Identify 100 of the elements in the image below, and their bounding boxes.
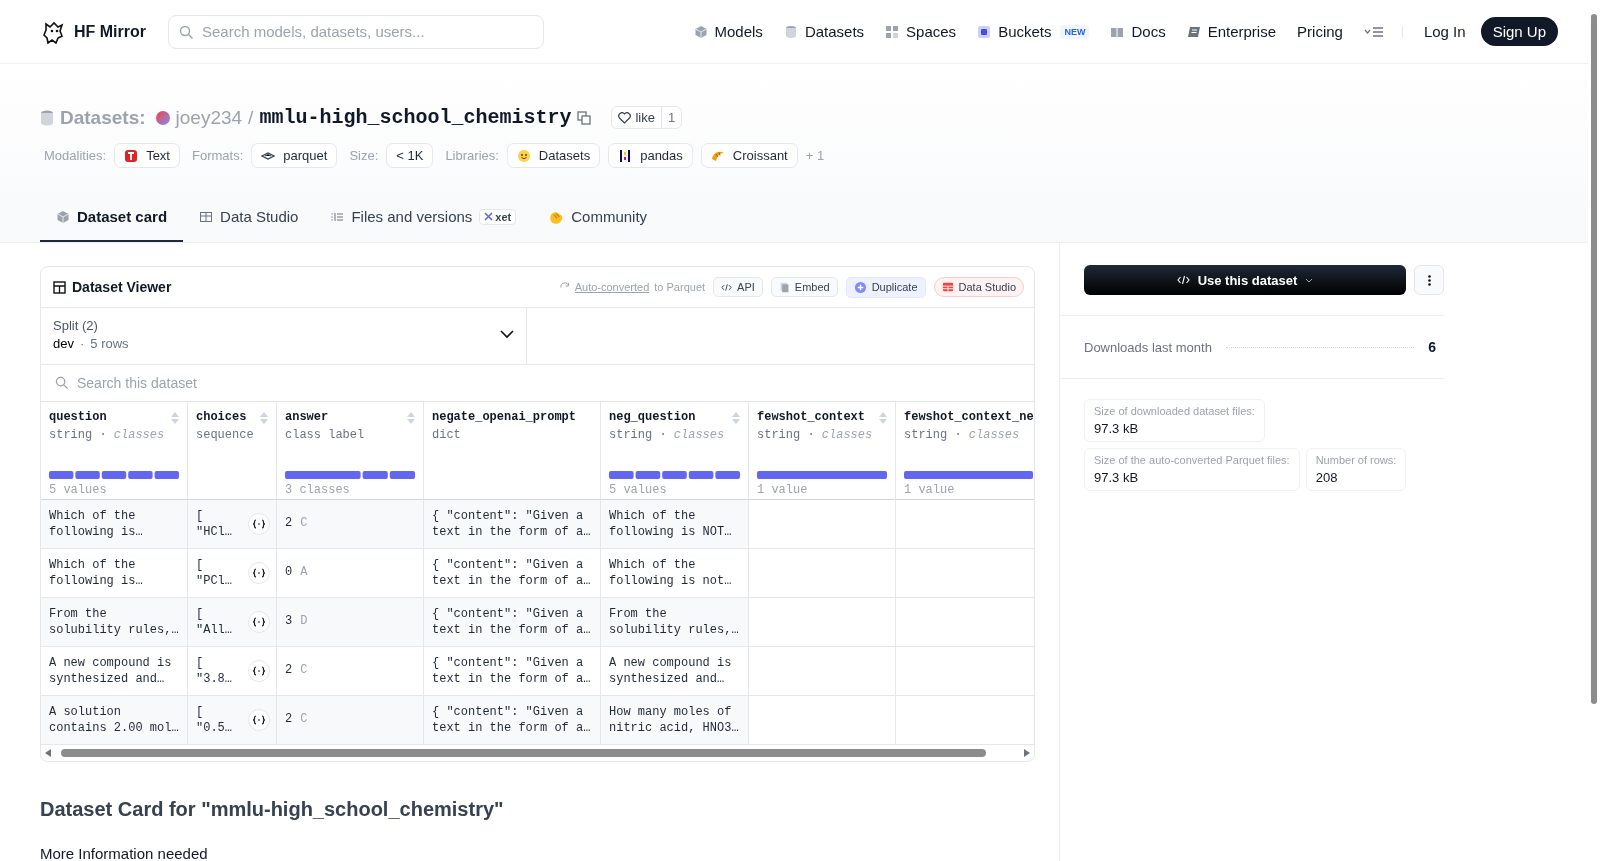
action-button[interactable]: API [713, 277, 763, 297]
avatar[interactable] [155, 110, 170, 125]
nav-link[interactable]: Models [693, 23, 763, 40]
nav-link[interactable]: Pricing [1297, 23, 1343, 40]
table-cell-text: 2 [285, 711, 293, 728]
tag[interactable]: Text [114, 143, 180, 168]
code-icon [1176, 275, 1190, 285]
table-cell: Which of the following is… [41, 500, 188, 549]
right-arrow-icon[interactable] [1024, 749, 1030, 757]
table-cell: { "content": "Given a text in the form of a… [424, 500, 601, 549]
caret-icon [1305, 277, 1314, 283]
table-cell: From the solubility rules,… [41, 598, 188, 647]
action-button[interactable]: Embed [770, 277, 838, 297]
tag[interactable]: pandas [608, 143, 693, 168]
braces-icon [253, 617, 265, 627]
site-name[interactable]: HF Mirror [74, 22, 146, 41]
like-button[interactable]: like 1 [611, 106, 683, 129]
search-field[interactable]: Search models, datasets, users... [168, 14, 544, 49]
tag-group-label: Libraries: [445, 148, 499, 163]
histogram-drawing[interactable] [285, 471, 415, 479]
column-header[interactable]: answer class label 3 classes [277, 402, 424, 500]
dataset-name[interactable]: mmlu-high_school_chemistry [259, 106, 572, 129]
class-label: C [300, 662, 308, 679]
table-cell: [ "3.8… [196, 655, 232, 687]
stat-card: Number of rows: 208 [1305, 448, 1407, 491]
tab[interactable]: Dataset card [40, 196, 184, 242]
plus-circle-icon [853, 280, 867, 294]
database-icon [40, 109, 54, 126]
logo-icon[interactable] [42, 19, 66, 44]
braces-icon [253, 715, 265, 725]
class-label: A [300, 564, 308, 581]
nav-link[interactable]: Enterprise [1186, 23, 1277, 40]
downloads-label: Downloads last month [1084, 339, 1212, 355]
action-button[interactable]: Duplicate [845, 276, 926, 298]
tag[interactable]: parquet [251, 143, 338, 168]
histogram-drawing[interactable] [49, 471, 179, 479]
tag-group-label: Modalities: [44, 148, 107, 163]
viewer-title: Dataset Viewer [72, 279, 172, 295]
stat-card: Size of the auto-converted Parquet files: 97.3 kB [1084, 448, 1300, 491]
tag[interactable]: < 1K [386, 143, 434, 168]
stat-card: Size of downloaded dataset files: 97.3 kB [1084, 399, 1265, 442]
braces-icon [253, 519, 265, 529]
search-icon [179, 24, 194, 40]
table-cell: [ "HCl… [196, 508, 232, 540]
table-cell-text: 3 [285, 613, 293, 630]
tag[interactable]: Datasets [506, 143, 601, 168]
action-button[interactable]: Data Studio [933, 277, 1024, 297]
copy-icon[interactable] [577, 110, 592, 125]
more-button[interactable] [1414, 265, 1444, 295]
tag[interactable]: Croissant [700, 143, 798, 168]
table-cell: { "content": "Given a text in the form of a… [424, 598, 601, 647]
nav-link[interactable]: Datasets [783, 23, 865, 40]
braces-icon [253, 666, 265, 676]
use-dataset-button[interactable]: Use this dataset [1084, 265, 1406, 295]
menu-icon[interactable] [1363, 25, 1384, 38]
cube-icon [693, 24, 708, 39]
text-icon [124, 148, 139, 163]
table-cell: Which of the following is NOT… [601, 500, 749, 549]
table-icon [941, 281, 954, 293]
nav-link[interactable]: Spaces [885, 23, 957, 40]
copy-icon [778, 281, 790, 293]
nav-link[interactable]: Docs [1110, 23, 1166, 40]
chevron-icon [500, 330, 514, 339]
expand-button[interactable] [248, 562, 270, 584]
search-icon [55, 376, 69, 390]
tag-group-label: Size: [349, 148, 379, 163]
code-icon [721, 281, 733, 293]
nav-link[interactable]: Buckets NEW [977, 23, 1090, 40]
class-label: C [300, 515, 308, 532]
heart-icon [618, 111, 632, 124]
table-cell: A solution contains 2.00 mol… [41, 696, 188, 745]
column-header[interactable]: fewshot_context_ne string · classes 1 value [896, 402, 1034, 500]
grid-icon [885, 24, 900, 39]
table-cell: From the solubility rules,… [601, 598, 749, 647]
tab[interactable]: Community [532, 196, 664, 242]
enterprise-icon [1186, 24, 1201, 39]
table-cell: [ "0.5… [196, 704, 232, 736]
bars-icon [618, 148, 633, 163]
histogram-drawing[interactable] [609, 471, 740, 479]
signup-button[interactable]: Sign Up [1480, 17, 1558, 46]
table-cell: How many moles of nitric acid, HNO3… [601, 696, 749, 745]
table-cell-text: 0 [285, 564, 293, 581]
table-cell: { "content": "Given a text in the form of a… [424, 696, 601, 745]
class-label: D [300, 613, 308, 630]
table-icon [199, 209, 214, 224]
section-label: Datasets: [60, 106, 146, 129]
square-icon [977, 24, 992, 39]
tag-group-label: Formats: [192, 148, 244, 163]
tab[interactable]: Files and versions xet [314, 196, 533, 242]
table-icon [53, 280, 66, 294]
downloads-count: 6 [1428, 339, 1436, 355]
expand-button[interactable] [248, 660, 270, 682]
expand-button[interactable] [248, 709, 270, 731]
tab[interactable]: Data Studio [183, 196, 315, 242]
expand-button[interactable] [248, 611, 270, 633]
left-arrow-icon[interactable] [45, 749, 51, 757]
expand-button[interactable] [248, 513, 270, 535]
login-link[interactable]: Log In [1423, 23, 1466, 40]
path-separator: / [248, 106, 254, 129]
card-heading: Dataset Card for "mmlu-high_school_chemistry" [40, 798, 505, 821]
